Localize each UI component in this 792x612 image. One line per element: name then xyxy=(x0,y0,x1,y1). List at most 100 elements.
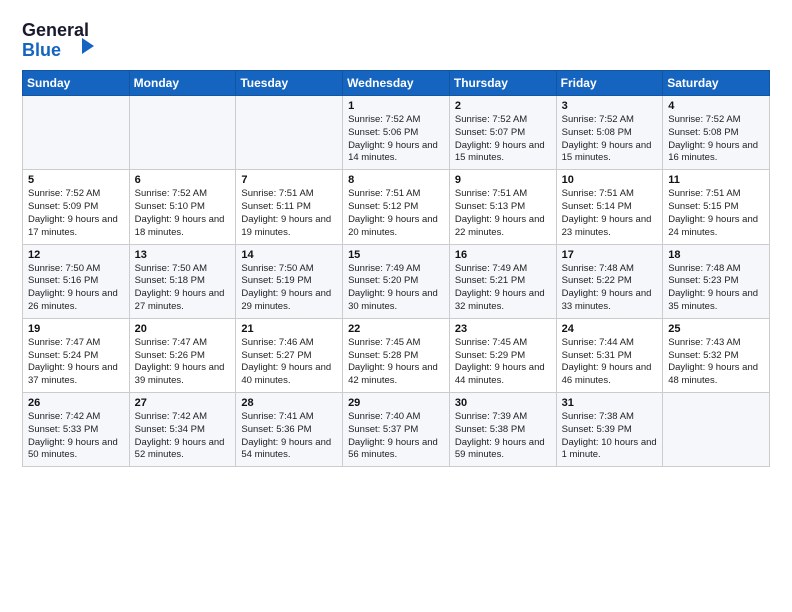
calendar-table: SundayMondayTuesdayWednesdayThursdayFrid… xyxy=(22,70,770,467)
day-number: 14 xyxy=(241,249,337,261)
day-info: Sunrise: 7:50 AMSunset: 5:19 PMDaylight:… xyxy=(241,263,337,314)
calendar-day-cell: 1 Sunrise: 7:52 AMSunset: 5:06 PMDaylight… xyxy=(343,96,450,170)
weekday-header-thursday: Thursday xyxy=(449,71,556,96)
day-info: Sunrise: 7:50 AMSunset: 5:16 PMDaylight:… xyxy=(28,263,124,314)
svg-text:General: General xyxy=(22,20,89,40)
day-info: Sunrise: 7:48 AMSunset: 5:22 PMDaylight:… xyxy=(562,263,658,314)
weekday-header-wednesday: Wednesday xyxy=(343,71,450,96)
calendar-day-cell: 29 Sunrise: 7:40 AMSunset: 5:37 PMDayligh… xyxy=(343,393,450,467)
header: GeneralBlue xyxy=(22,18,770,60)
calendar-day-cell: 10 Sunrise: 7:51 AMSunset: 5:14 PMDayligh… xyxy=(556,170,663,244)
day-number: 19 xyxy=(28,323,124,335)
day-number: 15 xyxy=(348,249,444,261)
weekday-header-row: SundayMondayTuesdayWednesdayThursdayFrid… xyxy=(23,71,770,96)
calendar-day-cell: 7 Sunrise: 7:51 AMSunset: 5:11 PMDaylight… xyxy=(236,170,343,244)
logo: GeneralBlue xyxy=(22,18,102,60)
day-info: Sunrise: 7:52 AMSunset: 5:10 PMDaylight:… xyxy=(135,188,231,239)
calendar-day-cell: 6 Sunrise: 7:52 AMSunset: 5:10 PMDaylight… xyxy=(129,170,236,244)
day-info: Sunrise: 7:45 AMSunset: 5:28 PMDaylight:… xyxy=(348,337,444,388)
day-number: 2 xyxy=(455,100,551,112)
calendar-day-cell: 26 Sunrise: 7:42 AMSunset: 5:33 PMDayligh… xyxy=(23,393,130,467)
day-number: 3 xyxy=(562,100,658,112)
day-info: Sunrise: 7:41 AMSunset: 5:36 PMDaylight:… xyxy=(241,411,337,462)
day-number: 5 xyxy=(28,174,124,186)
weekday-header-saturday: Saturday xyxy=(663,71,770,96)
day-info: Sunrise: 7:46 AMSunset: 5:27 PMDaylight:… xyxy=(241,337,337,388)
day-number: 7 xyxy=(241,174,337,186)
day-info: Sunrise: 7:45 AMSunset: 5:29 PMDaylight:… xyxy=(455,337,551,388)
calendar-day-cell: 24 Sunrise: 7:44 AMSunset: 5:31 PMDayligh… xyxy=(556,318,663,392)
day-number: 27 xyxy=(135,397,231,409)
day-info: Sunrise: 7:47 AMSunset: 5:26 PMDaylight:… xyxy=(135,337,231,388)
calendar-day-cell: 25 Sunrise: 7:43 AMSunset: 5:32 PMDayligh… xyxy=(663,318,770,392)
day-number: 23 xyxy=(455,323,551,335)
calendar-day-cell: 14 Sunrise: 7:50 AMSunset: 5:19 PMDayligh… xyxy=(236,244,343,318)
empty-cell xyxy=(23,96,130,170)
calendar-day-cell: 4 Sunrise: 7:52 AMSunset: 5:08 PMDaylight… xyxy=(663,96,770,170)
day-number: 20 xyxy=(135,323,231,335)
day-number: 4 xyxy=(668,100,764,112)
day-number: 29 xyxy=(348,397,444,409)
day-info: Sunrise: 7:49 AMSunset: 5:20 PMDaylight:… xyxy=(348,263,444,314)
calendar-day-cell: 27 Sunrise: 7:42 AMSunset: 5:34 PMDayligh… xyxy=(129,393,236,467)
calendar-day-cell: 8Sunrise: 7:51 AMSunset: 5:12 PMDaylight… xyxy=(343,170,450,244)
logo-svg: GeneralBlue xyxy=(22,18,102,60)
day-info: Sunrise: 7:42 AMSunset: 5:33 PMDaylight:… xyxy=(28,411,124,462)
calendar-day-cell: 12Sunrise: 7:50 AMSunset: 5:16 PMDayligh… xyxy=(23,244,130,318)
day-number: 6 xyxy=(135,174,231,186)
calendar-day-cell: 15 Sunrise: 7:49 AMSunset: 5:20 PMDayligh… xyxy=(343,244,450,318)
weekday-header-monday: Monday xyxy=(129,71,236,96)
day-number: 22 xyxy=(348,323,444,335)
day-info: Sunrise: 7:42 AMSunset: 5:34 PMDaylight:… xyxy=(135,411,231,462)
day-info: Sunrise: 7:51 AMSunset: 5:11 PMDaylight:… xyxy=(241,188,337,239)
day-number: 24 xyxy=(562,323,658,335)
weekday-header-friday: Friday xyxy=(556,71,663,96)
day-number: 9 xyxy=(455,174,551,186)
day-number: 30 xyxy=(455,397,551,409)
day-info: Sunrise: 7:47 AMSunset: 5:24 PMDaylight:… xyxy=(28,337,124,388)
day-number: 21 xyxy=(241,323,337,335)
calendar-day-cell: 19 Sunrise: 7:47 AMSunset: 5:24 PMDayligh… xyxy=(23,318,130,392)
day-info: Sunrise: 7:43 AMSunset: 5:32 PMDaylight:… xyxy=(668,337,764,388)
day-number: 26 xyxy=(28,397,124,409)
calendar-day-cell: 17 Sunrise: 7:48 AMSunset: 5:22 PMDayligh… xyxy=(556,244,663,318)
calendar-day-cell: 28 Sunrise: 7:41 AMSunset: 5:36 PMDayligh… xyxy=(236,393,343,467)
day-info: Sunrise: 7:52 AMSunset: 5:07 PMDaylight:… xyxy=(455,114,551,165)
day-info: Sunrise: 7:52 AMSunset: 5:09 PMDaylight:… xyxy=(28,188,124,239)
day-info: Sunrise: 7:52 AMSunset: 5:08 PMDaylight:… xyxy=(668,114,764,165)
day-number: 8 xyxy=(348,174,444,186)
day-info: Sunrise: 7:52 AMSunset: 5:08 PMDaylight:… xyxy=(562,114,658,165)
day-info: Sunrise: 7:52 AMSunset: 5:06 PMDaylight:… xyxy=(348,114,444,165)
day-number: 17 xyxy=(562,249,658,261)
svg-text:Blue: Blue xyxy=(22,40,61,60)
calendar-day-cell: 18Sunrise: 7:48 AMSunset: 5:23 PMDayligh… xyxy=(663,244,770,318)
day-number: 11 xyxy=(668,174,764,186)
day-info: Sunrise: 7:51 AMSunset: 5:14 PMDaylight:… xyxy=(562,188,658,239)
calendar-day-cell: 30Sunrise: 7:39 AMSunset: 5:38 PMDayligh… xyxy=(449,393,556,467)
day-number: 31 xyxy=(562,397,658,409)
calendar-day-cell: 22 Sunrise: 7:45 AMSunset: 5:28 PMDayligh… xyxy=(343,318,450,392)
page: GeneralBlue SundayMondayTuesdayWednesday… xyxy=(0,0,792,612)
day-info: Sunrise: 7:51 AMSunset: 5:15 PMDaylight:… xyxy=(668,188,764,239)
day-number: 25 xyxy=(668,323,764,335)
weekday-header-sunday: Sunday xyxy=(23,71,130,96)
calendar-day-cell: 20 Sunrise: 7:47 AMSunset: 5:26 PMDayligh… xyxy=(129,318,236,392)
calendar-day-cell: 16 Sunrise: 7:49 AMSunset: 5:21 PMDayligh… xyxy=(449,244,556,318)
day-info: Sunrise: 7:51 AMSunset: 5:13 PMDaylight:… xyxy=(455,188,551,239)
day-info: Sunrise: 7:50 AMSunset: 5:18 PMDaylight:… xyxy=(135,263,231,314)
day-info: Sunrise: 7:38 AMSunset: 5:39 PMDaylight:… xyxy=(562,411,658,462)
day-number: 16 xyxy=(455,249,551,261)
calendar-day-cell: 9 Sunrise: 7:51 AMSunset: 5:13 PMDaylight… xyxy=(449,170,556,244)
day-info: Sunrise: 7:49 AMSunset: 5:21 PMDaylight:… xyxy=(455,263,551,314)
day-number: 28 xyxy=(241,397,337,409)
empty-cell xyxy=(236,96,343,170)
day-number: 1 xyxy=(348,100,444,112)
calendar-week-row: 26 Sunrise: 7:42 AMSunset: 5:33 PMDayligh… xyxy=(23,393,770,467)
calendar-day-cell: 11 Sunrise: 7:51 AMSunset: 5:15 PMDayligh… xyxy=(663,170,770,244)
calendar-week-row: 5 Sunrise: 7:52 AMSunset: 5:09 PMDaylight… xyxy=(23,170,770,244)
day-info: Sunrise: 7:48 AMSunset: 5:23 PMDaylight:… xyxy=(668,263,764,314)
empty-cell xyxy=(129,96,236,170)
day-number: 10 xyxy=(562,174,658,186)
day-info: Sunrise: 7:40 AMSunset: 5:37 PMDaylight:… xyxy=(348,411,444,462)
day-info: Sunrise: 7:44 AMSunset: 5:31 PMDaylight:… xyxy=(562,337,658,388)
